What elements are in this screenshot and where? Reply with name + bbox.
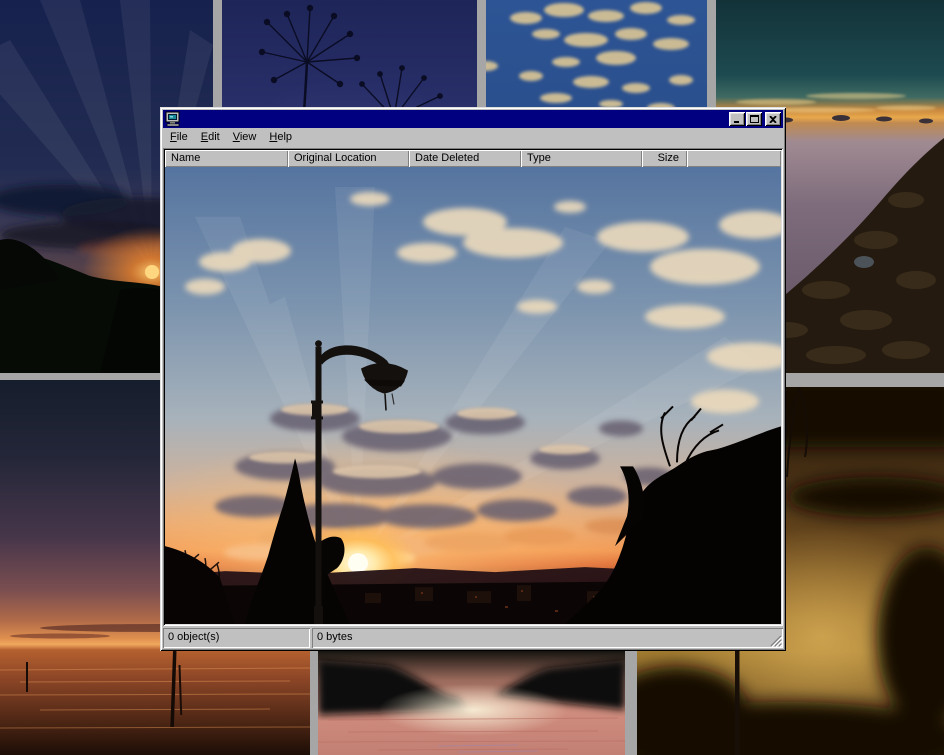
column-header-name[interactable]: Name [165,150,288,167]
column-header-row: Name Original Location Date Deleted Type… [165,150,781,167]
close-button[interactable] [765,112,781,126]
column-header-size[interactable]: Size [642,150,687,167]
column-header-original-location[interactable]: Original Location [288,150,409,167]
status-byte-count: 0 bytes [312,628,783,648]
status-bar: 0 object(s) 0 bytes [163,628,783,648]
menu-view[interactable]: View [227,129,264,145]
column-header-date-deleted[interactable]: Date Deleted [409,150,521,167]
minimize-icon [733,116,741,123]
recycle-bin-window: File Edit View Help Name Original Locati… [160,107,786,651]
close-icon [769,116,777,123]
column-header-stub [687,150,781,167]
menu-file[interactable]: File [164,129,195,145]
maximize-icon [750,115,759,123]
list-background-photo [165,167,781,624]
resize-grip[interactable] [769,634,782,647]
status-object-count: 0 object(s) [163,628,310,648]
menu-help[interactable]: Help [263,129,299,145]
sunset-streetlamp-photo [165,167,781,624]
computer-icon[interactable] [165,111,181,127]
minimize-button[interactable] [729,112,745,126]
list-view[interactable]: Name Original Location Date Deleted Type… [163,148,783,626]
maximize-button[interactable] [746,112,762,126]
column-header-type[interactable]: Type [521,150,642,167]
window-titlebar[interactable] [163,110,783,128]
menu-bar: File Edit View Help [163,128,783,147]
menu-edit[interactable]: Edit [195,129,227,145]
